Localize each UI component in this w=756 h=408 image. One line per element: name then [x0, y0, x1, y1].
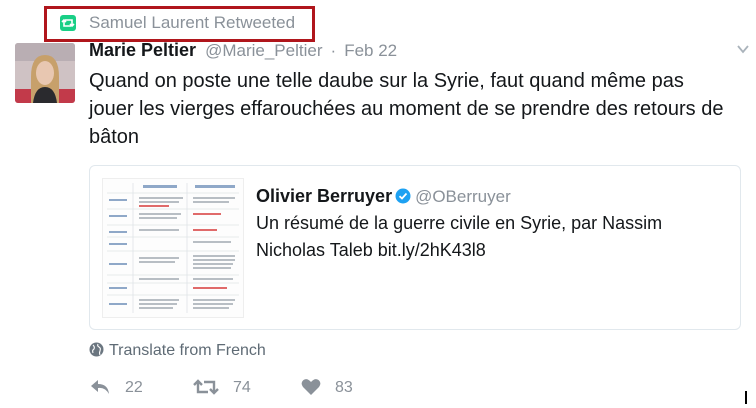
like-count: 83 [335, 379, 353, 396]
quoted-tweet-text: Un résumé de la guerre civile en Syrie, … [256, 213, 663, 260]
retweeted-by-label[interactable]: Samuel Laurent Retweeted [89, 13, 295, 33]
text-cursor [745, 391, 747, 404]
reply-count: 22 [125, 379, 143, 396]
quoted-tweet-card[interactable]: Olivier Berruyer @OBerruyer Un résumé de … [89, 165, 741, 330]
retweet-icon [60, 15, 76, 31]
like-button[interactable]: 83 [301, 378, 353, 397]
chevron-down-icon[interactable] [736, 42, 750, 56]
avatar[interactable] [15, 43, 75, 103]
reply-icon [91, 380, 109, 394]
tweet-text: Quand on poste une telle daube sur la Sy… [89, 70, 724, 148]
retweet-count: 74 [233, 379, 251, 396]
quoted-author-name[interactable]: Olivier Berruyer [256, 186, 392, 206]
verified-badge-icon [395, 188, 411, 204]
author-name[interactable]: Marie Peltier [89, 40, 196, 60]
quoted-author-handle[interactable]: @OBerruyer [415, 187, 511, 206]
quoted-tweet-thumbnail[interactable] [102, 178, 244, 318]
heart-icon [301, 379, 321, 395]
author-handle[interactable]: @Marie_Peltier [205, 41, 322, 60]
quoted-author: Olivier Berruyer @OBerruyer [256, 186, 511, 207]
tweet-date[interactable]: Feb 22 [344, 41, 397, 60]
separator: · [330, 41, 337, 60]
retweet-action-icon [193, 379, 219, 395]
retweet-button[interactable]: 74 [193, 378, 251, 397]
translate-link[interactable]: Translate from French [89, 342, 266, 360]
globe-icon [89, 342, 104, 357]
translate-label: Translate from French [109, 342, 266, 359]
tweet-header: Marie Peltier @Marie_Peltier · Feb 22 [89, 40, 397, 61]
reply-button[interactable]: 22 [89, 378, 143, 397]
